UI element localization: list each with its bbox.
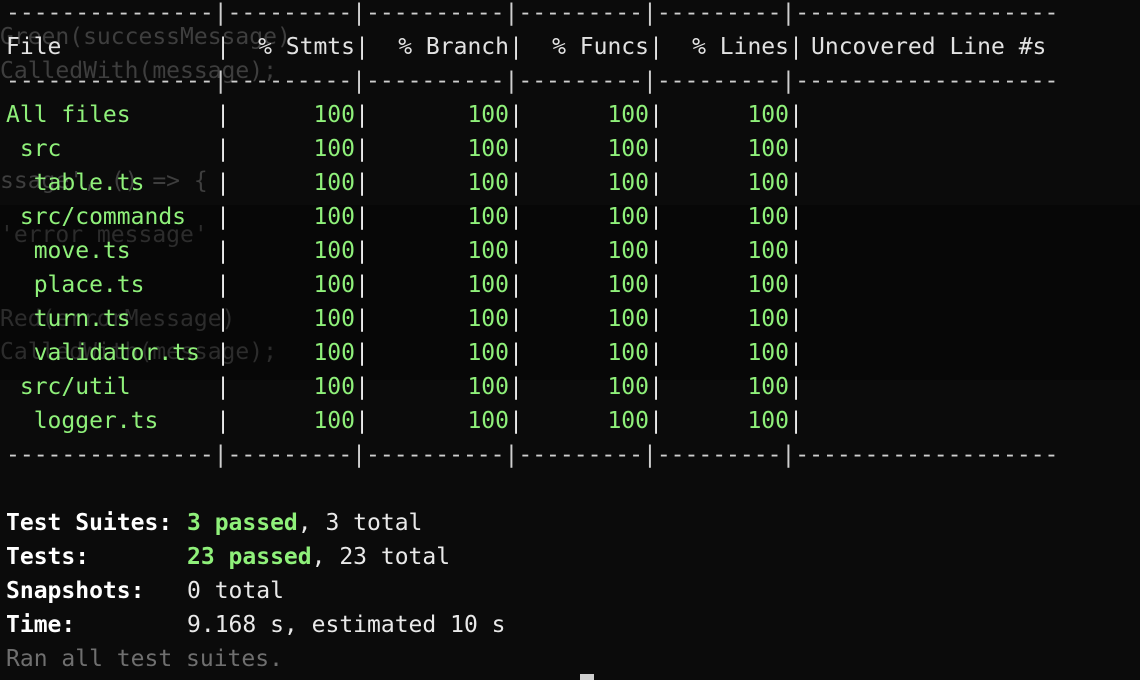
row-file-name: turn.ts — [6, 306, 131, 332]
row-file-name: move.ts — [6, 238, 131, 264]
ran-all-message: Ran all test suites. — [6, 646, 283, 672]
tests-total: , 23 total — [311, 544, 451, 570]
row-lines: 100 — [747, 272, 789, 298]
row-lines: 100 — [747, 374, 789, 400]
row-file-name: All files — [6, 102, 131, 128]
header-stmts: % Stmts — [258, 34, 355, 60]
table-separator: ---------------|---------|----------|---… — [6, 442, 1059, 468]
summary-label: Test Suites: — [6, 510, 173, 536]
row-branch: 100 — [467, 102, 509, 128]
row-funcs: 100 — [607, 238, 649, 264]
row-stmts: 100 — [313, 136, 355, 162]
row-branch: 100 — [467, 238, 509, 264]
row-lines: 100 — [747, 136, 789, 162]
row-stmts: 100 — [313, 374, 355, 400]
table-row: All files | 100| 100| 100| 100| — [6, 98, 803, 132]
row-funcs: 100 — [607, 408, 649, 434]
row-lines: 100 — [747, 340, 789, 366]
table-header-row: File |% Stmts|% Branch|% Funcs|% Lines| Un… — [6, 30, 1046, 64]
row-funcs: 100 — [607, 374, 649, 400]
column-divider: | — [216, 34, 230, 60]
row-stmts: 100 — [313, 408, 355, 434]
row-branch: 100 — [467, 340, 509, 366]
row-file-name: logger.ts — [6, 408, 159, 434]
row-branch: 100 — [467, 204, 509, 230]
row-funcs: 100 — [607, 204, 649, 230]
header-lines: % Lines — [692, 34, 789, 60]
summary-snapshots: Snapshots: 0 total — [6, 574, 284, 608]
row-file-name: src/commands — [6, 204, 187, 230]
table-row: logger.ts | 100| 100| 100| 100| — [6, 404, 803, 438]
row-file-name: src/util — [6, 374, 131, 400]
table-row: turn.ts | 100| 100| 100| 100| — [6, 302, 803, 336]
summary-test-suites: Test Suites: 3 passed, 3 total — [6, 506, 422, 540]
row-file-name: table.ts — [6, 170, 145, 196]
table-row: place.ts | 100| 100| 100| 100| — [6, 268, 803, 302]
table-separator: ---------------|---------|----------|---… — [6, 68, 1059, 94]
row-funcs: 100 — [607, 170, 649, 196]
column-divider: | — [649, 34, 663, 60]
table-row: validator.ts | 100| 100| 100| 100| — [6, 336, 803, 370]
row-file-name: validator.ts — [6, 340, 200, 366]
time-value: 9.168 s, estimated 10 s — [187, 612, 506, 638]
column-divider: | — [509, 34, 523, 60]
row-branch: 100 — [467, 408, 509, 434]
row-funcs: 100 — [607, 102, 649, 128]
row-file-name: src — [6, 136, 62, 162]
row-stmts: 100 — [313, 340, 355, 366]
row-stmts: 100 — [313, 102, 355, 128]
summary-label: Tests: — [6, 544, 90, 570]
row-stmts: 100 — [313, 272, 355, 298]
row-stmts: 100 — [313, 204, 355, 230]
row-lines: 100 — [747, 102, 789, 128]
header-funcs: % Funcs — [552, 34, 649, 60]
row-stmts: 100 — [313, 306, 355, 332]
suites-total: , 3 total — [297, 510, 423, 536]
table-row: src | 100| 100| 100| 100| — [6, 132, 803, 166]
row-branch: 100 — [467, 136, 509, 162]
header-branch: % Branch — [398, 34, 509, 60]
summary-tests: Tests: 23 passed, 23 total — [6, 540, 450, 574]
table-row: src/commands | 100| 100| 100| 100| — [6, 200, 803, 234]
summary-label: Snapshots: — [6, 578, 145, 604]
row-stmts: 100 — [313, 238, 355, 264]
row-branch: 100 — [467, 374, 509, 400]
header-uncovered: Uncovered Line #s — [811, 34, 1047, 60]
row-file-name: place.ts — [6, 272, 145, 298]
tests-passed: 23 passed — [187, 544, 312, 570]
row-branch: 100 — [467, 306, 509, 332]
row-branch: 100 — [467, 170, 509, 196]
row-lines: 100 — [747, 306, 789, 332]
row-lines: 100 — [747, 204, 789, 230]
terminal-window[interactable]: Green(successMessage) CalledWith(message… — [0, 0, 1140, 680]
snapshots-value: 0 total — [187, 578, 284, 604]
row-branch: 100 — [467, 272, 509, 298]
table-row: src/util | 100| 100| 100| 100| — [6, 370, 803, 404]
header-file: File — [6, 34, 62, 60]
column-divider: | — [355, 34, 369, 60]
table-row: table.ts | 100| 100| 100| 100| — [6, 166, 803, 200]
row-funcs: 100 — [607, 136, 649, 162]
row-lines: 100 — [747, 408, 789, 434]
row-stmts: 100 — [313, 170, 355, 196]
suites-passed: 3 passed — [187, 510, 298, 536]
row-lines: 100 — [747, 238, 789, 264]
column-divider: | — [789, 34, 803, 60]
row-funcs: 100 — [607, 306, 649, 332]
row-funcs: 100 — [607, 272, 649, 298]
terminal-cursor — [580, 674, 594, 680]
summary-time: Time: 9.168 s, estimated 10 s — [6, 608, 506, 642]
row-funcs: 100 — [607, 340, 649, 366]
table-separator: ---------------|---------|----------|---… — [6, 0, 1059, 26]
row-lines: 100 — [747, 170, 789, 196]
table-row: move.ts | 100| 100| 100| 100| — [6, 234, 803, 268]
summary-label: Time: — [6, 612, 76, 638]
